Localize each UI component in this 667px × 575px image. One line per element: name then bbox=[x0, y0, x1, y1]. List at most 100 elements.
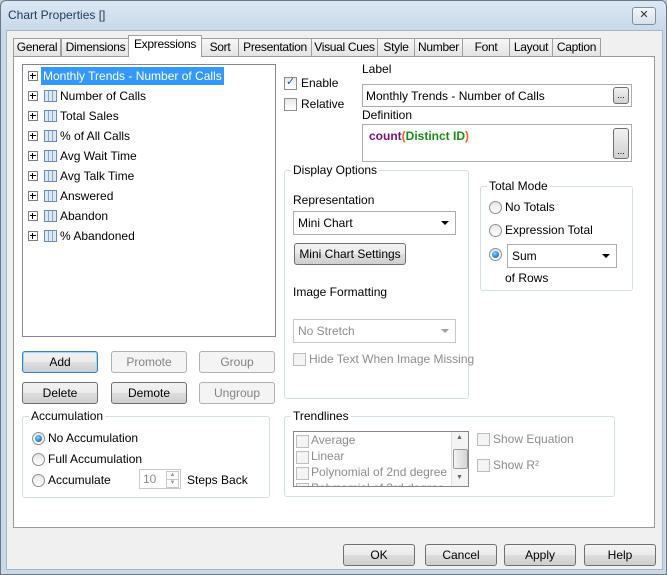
full-accumulation-radio[interactable] bbox=[32, 453, 45, 466]
expand-icon[interactable] bbox=[28, 191, 38, 201]
total-function-dropdown[interactable]: Sum bbox=[507, 244, 617, 268]
show-r2-label: Show R² bbox=[493, 458, 540, 472]
trendlines-list[interactable]: Average Linear Polynomial of 2nd degree … bbox=[293, 431, 469, 487]
table-icon bbox=[44, 150, 57, 162]
expression-total-radio[interactable] bbox=[489, 224, 502, 237]
table-icon bbox=[44, 90, 57, 102]
definition-ellipsis-button[interactable]: ... bbox=[613, 128, 629, 159]
expand-icon[interactable] bbox=[28, 111, 38, 121]
ok-button[interactable]: OK bbox=[343, 544, 415, 566]
table-icon bbox=[44, 130, 57, 142]
expand-icon[interactable] bbox=[28, 71, 38, 81]
chevron-down-icon bbox=[441, 329, 449, 333]
tab-style[interactable]: Style bbox=[377, 38, 415, 56]
table-icon bbox=[44, 230, 57, 242]
help-button[interactable]: Help bbox=[584, 544, 656, 566]
accumulate-radio[interactable] bbox=[32, 474, 45, 487]
trendlines-scrollbar[interactable]: ▲ ▼ bbox=[451, 432, 468, 486]
no-totals-label: No Totals bbox=[505, 200, 555, 214]
tab-general[interactable]: General bbox=[13, 38, 61, 56]
accumulation-group: Accumulation No Accumulation Full Accumu… bbox=[22, 409, 270, 498]
dialog-client: General Dimensions Expressions Sort Pres… bbox=[6, 30, 663, 570]
accumulate-label: Accumulate bbox=[48, 473, 111, 487]
definition-token: ) bbox=[465, 129, 470, 143]
enable-checkbox[interactable]: ✓ bbox=[284, 76, 297, 90]
spin-down-icon[interactable]: ▼ bbox=[166, 479, 179, 488]
chart-properties-dialog: Chart Properties [] ✕ General Dimensions… bbox=[0, 0, 667, 575]
close-button[interactable]: ✕ bbox=[632, 7, 656, 25]
expand-icon[interactable] bbox=[28, 91, 38, 101]
group-button[interactable]: Group bbox=[199, 351, 275, 373]
steps-back-label: Steps Back bbox=[187, 473, 248, 487]
expand-icon[interactable] bbox=[28, 171, 38, 181]
tab-caption[interactable]: Caption bbox=[552, 38, 601, 56]
mini-chart-settings-button[interactable]: Mini Chart Settings bbox=[294, 243, 406, 265]
show-equation-checkbox[interactable] bbox=[477, 433, 490, 446]
tab-dimensions[interactable]: Dimensions bbox=[61, 38, 130, 56]
tab-number[interactable]: Number bbox=[414, 38, 463, 56]
tab-font[interactable]: Font bbox=[462, 38, 510, 56]
scroll-up-icon[interactable]: ▲ bbox=[456, 434, 463, 441]
delete-button[interactable]: Delete bbox=[22, 382, 98, 404]
check-icon: ✓ bbox=[286, 76, 296, 88]
cancel-button[interactable]: Cancel bbox=[425, 544, 497, 566]
full-accumulation-label: Full Accumulation bbox=[48, 452, 143, 466]
hide-text-checkbox[interactable] bbox=[293, 353, 306, 366]
tab-sort[interactable]: Sort bbox=[201, 38, 239, 56]
chevron-down-icon bbox=[602, 254, 610, 258]
average-checkbox[interactable] bbox=[296, 435, 309, 448]
sum-of-rows-radio[interactable] bbox=[489, 248, 502, 261]
image-formatting-dropdown[interactable]: No Stretch bbox=[293, 319, 456, 343]
scroll-thumb[interactable] bbox=[453, 449, 468, 469]
show-equation-label: Show Equation bbox=[493, 432, 574, 446]
label-input[interactable]: Monthly Trends - Number of Calls ... bbox=[362, 84, 632, 107]
relative-checkbox[interactable] bbox=[284, 98, 297, 111]
expressions-panel: Monthly Trends - Number of Calls Number … bbox=[13, 56, 655, 528]
no-accumulation-radio[interactable] bbox=[32, 432, 45, 445]
definition-token: Distinct ID bbox=[405, 129, 466, 143]
expand-icon[interactable] bbox=[28, 151, 38, 161]
poly2-checkbox[interactable] bbox=[296, 467, 309, 480]
definition-input[interactable]: count(Distinct ID) ... bbox=[362, 124, 632, 162]
no-totals-radio[interactable] bbox=[489, 201, 502, 214]
close-icon: ✕ bbox=[639, 9, 649, 21]
expand-icon[interactable] bbox=[28, 231, 38, 241]
expand-icon[interactable] bbox=[28, 131, 38, 141]
expression-tree[interactable]: Monthly Trends - Number of Calls Number … bbox=[22, 64, 276, 337]
apply-button[interactable]: Apply bbox=[504, 544, 576, 566]
no-accumulation-label: No Accumulation bbox=[48, 431, 139, 445]
show-r2-checkbox[interactable] bbox=[477, 459, 490, 472]
table-icon bbox=[44, 110, 57, 122]
hide-text-label: Hide Text When Image Missing bbox=[309, 352, 475, 366]
image-formatting-label: Image Formatting bbox=[293, 285, 388, 299]
definition-token: count bbox=[369, 129, 402, 143]
linear-checkbox[interactable] bbox=[296, 451, 309, 464]
tab-visual-cues[interactable]: Visual Cues bbox=[311, 38, 378, 56]
table-icon bbox=[44, 210, 57, 222]
tab-layout[interactable]: Layout bbox=[509, 38, 553, 56]
tab-presentation[interactable]: Presentation bbox=[238, 38, 312, 56]
expression-total-label: Expression Total bbox=[505, 223, 593, 237]
total-mode-group: Total Mode No Totals Expression Total Su… bbox=[480, 179, 633, 291]
promote-button[interactable]: Promote bbox=[111, 351, 187, 373]
representation-dropdown[interactable]: Mini Chart bbox=[293, 211, 456, 235]
chevron-down-icon bbox=[441, 221, 449, 225]
label-caption: Label bbox=[362, 62, 392, 76]
of-rows-label: of Rows bbox=[505, 271, 549, 285]
ungroup-button[interactable]: Ungroup bbox=[199, 382, 275, 404]
trendlines-group: Trendlines Average Linear Polynomial of … bbox=[284, 409, 615, 497]
demote-button[interactable]: Demote bbox=[111, 382, 187, 404]
poly3-checkbox[interactable] bbox=[296, 483, 309, 486]
expand-icon[interactable] bbox=[28, 211, 38, 221]
enable-label: Enable bbox=[301, 76, 339, 90]
table-icon bbox=[44, 170, 57, 182]
scroll-down-icon[interactable]: ▼ bbox=[456, 474, 463, 481]
steps-back-spinner[interactable]: 10 ▲ ▼ bbox=[139, 469, 181, 489]
label-ellipsis-button[interactable]: ... bbox=[613, 87, 629, 104]
display-options-group: Display Options Representation Mini Char… bbox=[284, 163, 474, 399]
representation-label: Representation bbox=[293, 193, 375, 207]
table-icon bbox=[44, 190, 57, 202]
accumulation-title: Accumulation bbox=[29, 409, 106, 423]
tab-expressions[interactable]: Expressions bbox=[128, 35, 202, 57]
add-button[interactable]: Add bbox=[22, 351, 98, 373]
